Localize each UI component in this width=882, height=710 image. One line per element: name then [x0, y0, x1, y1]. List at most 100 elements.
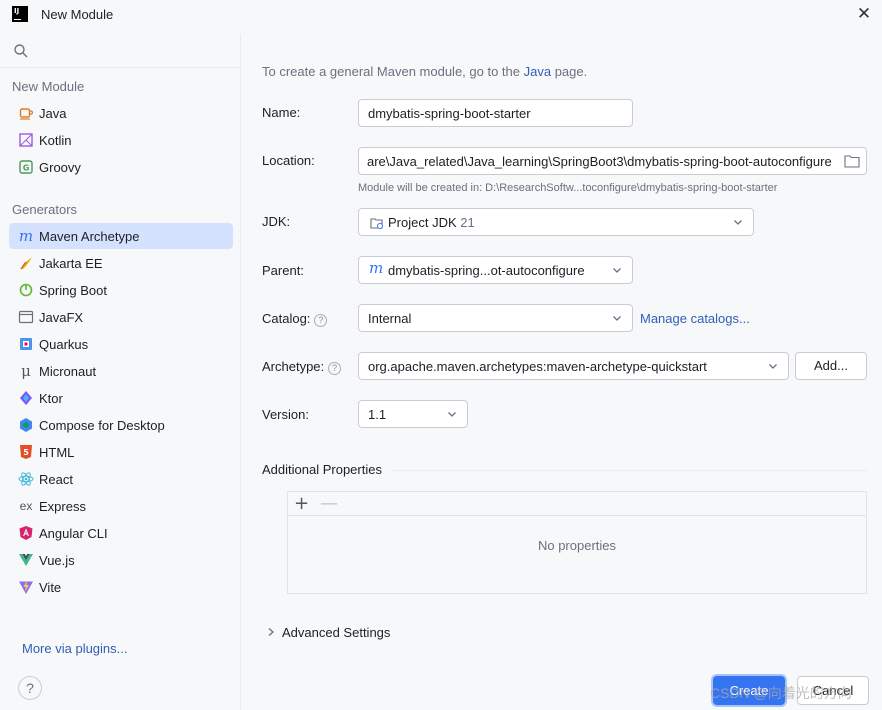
info-text: To create a general Maven module, go to …: [262, 64, 587, 79]
sidebar-item-label: Vite: [39, 580, 62, 595]
sidebar-item-label: Express: [39, 499, 86, 514]
sidebar-item-spring-boot[interactable]: Spring Boot: [9, 277, 233, 303]
angular-icon: [18, 525, 34, 541]
sidebar-item-vite[interactable]: Vite: [9, 574, 233, 600]
archetype-select[interactable]: org.apache.maven.archetypes:maven-archet…: [358, 352, 789, 380]
name-label: Name:: [262, 105, 301, 120]
sidebar-item-maven-archetype[interactable]: m Maven Archetype: [9, 223, 233, 249]
sidebar-item-label: Java: [39, 106, 67, 121]
jakarta-icon: [18, 255, 34, 271]
group-label-new-module: New Module: [12, 79, 85, 94]
folder-icon: [844, 155, 860, 168]
sidebar-item-micronaut[interactable]: μ Micronaut: [9, 358, 233, 384]
jdk-select[interactable]: Project JDK 21: [358, 208, 754, 236]
sidebar-item-label: Jakarta EE: [39, 256, 103, 271]
jdk-folder-icon: [370, 218, 383, 229]
kotlin-icon: [18, 132, 34, 148]
javafx-window-icon: [18, 309, 34, 325]
chevron-down-icon: [448, 412, 456, 417]
maven-icon: m: [18, 227, 34, 245]
spring-icon: [18, 282, 34, 298]
version-label: Version:: [262, 407, 309, 422]
search-input[interactable]: [0, 34, 240, 68]
more-via-plugins-link[interactable]: More via plugins...: [22, 641, 128, 656]
info-suffix: page.: [551, 64, 588, 79]
name-field[interactable]: dmybatis-spring-boot-starter: [358, 99, 633, 127]
csdn-watermark: CSDN @向着光的方向: [710, 685, 852, 701]
sidebar-item-label: Spring Boot: [39, 283, 107, 298]
sidebar-item-label: Micronaut: [39, 364, 97, 379]
sidebar-item-label: HTML: [39, 445, 75, 460]
search-icon: [14, 44, 28, 58]
location-field[interactable]: are\Java_related\Java_learning\SpringBoo…: [358, 147, 867, 175]
catalog-help-icon[interactable]: ?: [314, 314, 328, 327]
ktor-icon: [18, 390, 34, 406]
section-divider: [392, 470, 867, 471]
location-hint: Module will be created in: D:\ResearchSo…: [358, 182, 778, 194]
close-icon[interactable]: ✕: [854, 4, 874, 24]
help-button[interactable]: ?: [18, 676, 42, 700]
sidebar-item-groovy[interactable]: G Groovy: [9, 154, 233, 180]
catalog-select[interactable]: Internal: [358, 304, 633, 332]
java-page-link[interactable]: Java: [524, 64, 551, 79]
window-title: New Module: [41, 7, 114, 22]
sidebar-item-label: React: [39, 472, 73, 487]
location-value: are\Java_related\Java_learning\SpringBoo…: [367, 154, 832, 169]
sidebar-item-html[interactable]: 5 HTML: [9, 439, 233, 465]
chevron-down-icon: [769, 364, 777, 369]
sidebar: New Module Java Kotlin G Groovy Generato…: [0, 34, 241, 710]
sidebar-item-quarkus[interactable]: Quarkus: [9, 331, 233, 357]
empty-properties-text: No properties: [537, 538, 617, 553]
sidebar-item-vue-js[interactable]: Vue.js: [9, 547, 233, 573]
vite-icon: [18, 579, 34, 595]
jdk-label: JDK:: [262, 214, 291, 229]
archetype-help-icon[interactable]: ?: [328, 362, 342, 375]
jdk-version: 21: [460, 215, 475, 230]
title-bar: IJ New Module ✕: [0, 0, 882, 30]
main-panel: To create a general Maven module, go to …: [242, 34, 882, 710]
browse-folder-button[interactable]: [836, 148, 866, 174]
chevron-down-icon: [734, 220, 742, 225]
archetype-label: Archetype:?: [262, 359, 342, 375]
advanced-settings-label: Advanced Settings: [282, 625, 391, 640]
parent-select[interactable]: m dmybatis-spring...ot-autoconfigure: [358, 256, 633, 284]
quarkus-icon: [18, 336, 34, 352]
parent-label: Parent:: [262, 263, 304, 278]
sidebar-item-ktor[interactable]: Ktor: [9, 385, 233, 411]
java-cup-icon: [18, 105, 34, 121]
sidebar-item-jakarta-ee[interactable]: Jakarta EE: [9, 250, 233, 276]
add-archetype-button[interactable]: Add...: [795, 352, 867, 380]
sidebar-item-label: Compose for Desktop: [39, 418, 165, 433]
react-icon: [18, 471, 34, 487]
name-value: dmybatis-spring-boot-starter: [368, 106, 531, 121]
version-value: 1.1: [368, 407, 387, 422]
sidebar-item-angular-cli[interactable]: Angular CLI: [9, 520, 233, 546]
sidebar-item-express[interactable]: ex Express: [9, 493, 233, 519]
intellij-logo-icon: IJ: [12, 6, 28, 22]
remove-property-icon[interactable]: —: [320, 493, 338, 514]
manage-catalogs-link[interactable]: Manage catalogs...: [640, 311, 750, 326]
vue-icon: [18, 552, 34, 568]
sidebar-item-react[interactable]: React: [9, 466, 233, 492]
parent-value: dmybatis-spring...ot-autoconfigure: [388, 263, 585, 278]
sidebar-item-label: Angular CLI: [39, 526, 108, 541]
add-property-icon[interactable]: +: [294, 493, 309, 514]
info-prefix: To create a general Maven module, go to …: [262, 64, 524, 79]
chevron-down-icon: [613, 268, 621, 273]
chevron-down-icon: [613, 316, 621, 321]
sidebar-item-kotlin[interactable]: Kotlin: [9, 127, 233, 153]
html5-icon: 5: [18, 444, 34, 460]
svg-text:5: 5: [23, 448, 29, 457]
version-select[interactable]: 1.1: [358, 400, 468, 428]
sidebar-item-compose-for-desktop[interactable]: Compose for Desktop: [9, 412, 233, 438]
archetype-label-text: Archetype:: [262, 359, 325, 374]
sidebar-item-label: Ktor: [39, 391, 63, 406]
sidebar-item-label: Kotlin: [39, 133, 72, 148]
sidebar-item-javafx[interactable]: JavaFX: [9, 304, 233, 330]
sidebar-item-label: Vue.js: [39, 553, 75, 568]
group-label-generators: Generators: [12, 202, 78, 217]
catalog-label-text: Catalog:: [262, 311, 311, 326]
maven-icon: m: [369, 259, 384, 277]
sidebar-item-java[interactable]: Java: [9, 100, 233, 126]
compose-icon: [18, 417, 34, 433]
